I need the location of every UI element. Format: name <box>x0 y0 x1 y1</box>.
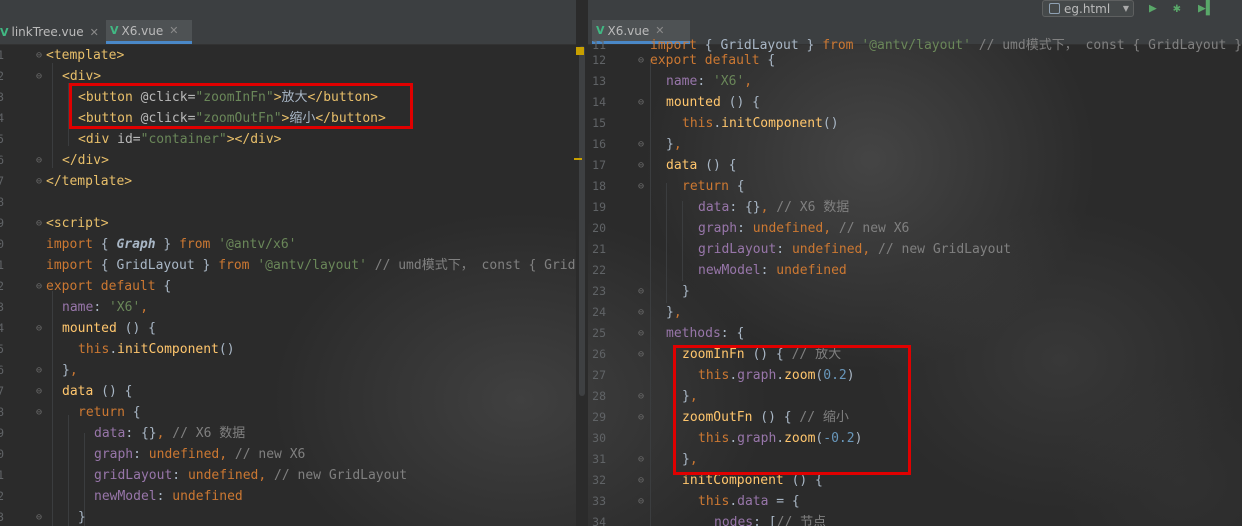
code-line: 16⊖}, <box>592 137 682 152</box>
code-line: 25 ⊖ methods: { <box>592 326 745 341</box>
code-line: 26 ⊖ zoomInFn () { // 放大 <box>592 347 842 362</box>
code-line: 22newModel: undefined <box>592 263 847 278</box>
scrollbar[interactable] <box>579 46 585 396</box>
tab-label: linkTree.vue <box>11 25 84 39</box>
code-line: 5 <div id="container"></div> <box>0 132 282 147</box>
code-line: 3 <button @click="zoomInFn">放大</button> <box>0 90 378 105</box>
code-line: 13name: 'X6', <box>592 74 753 89</box>
tab-label: X6.vue <box>121 23 164 38</box>
code-line: 17⊖data () { <box>592 158 737 173</box>
code-line: 15this.initComponent() <box>0 342 235 357</box>
code-line: 21gridLayout: undefined, // new GridLayo… <box>0 468 408 483</box>
vue-file-icon: V <box>0 25 9 39</box>
warning-marker[interactable] <box>576 47 584 55</box>
code-line: 13name: 'X6', <box>0 300 149 315</box>
code-line: 17⊖data () { <box>0 384 133 399</box>
code-line: 14⊖mounted () { <box>592 95 760 110</box>
code-line: 21gridLayout: undefined, // new GridLayo… <box>592 242 1012 257</box>
code-line: 23⊖} <box>0 510 86 525</box>
code-line: 29 ⊖ zoomOutFn () { // 缩小 <box>592 410 849 425</box>
code-line: 8 <box>0 195 4 209</box>
tab-x6-vue[interactable]: V X6.vue ✕ <box>106 20 192 44</box>
code-line: 20graph: undefined, // new X6 <box>0 447 306 462</box>
vue-file-icon: V <box>110 24 119 37</box>
code-editor-left[interactable]: 1 ⊖ <template> 2 ⊖ <div> 3 <button @click="zo… <box>0 45 576 526</box>
code-line: 22newModel: undefined <box>0 489 243 504</box>
code-line: 12⊖export default { <box>592 53 776 68</box>
code-line: 6 ⊖ </div> <box>0 153 109 168</box>
code-line: 11import { GridLayout } from '@antv/layo… <box>0 258 576 273</box>
code-line: 27 this.graph.zoom(0.2) <box>592 368 855 383</box>
code-line: 2 ⊖ <div> <box>0 69 102 84</box>
code-line: 10import { Graph } from '@antv/x6' <box>0 237 297 252</box>
left-editor-pane: V linkTree.vue ✕ V X6.vue ✕ 1 ⊖ <template>… <box>0 0 576 526</box>
code-line: 34 nodes: [// 节点 <box>592 515 827 526</box>
code-line: 31 ⊖}, <box>592 452 698 467</box>
code-line: 30 this.graph.zoom(-0.2) <box>592 431 863 446</box>
code-line: 23⊖} <box>592 284 690 299</box>
code-line: 16⊖}, <box>0 363 78 378</box>
close-icon[interactable]: ✕ <box>90 26 99 39</box>
code-line: 14⊖mounted () { <box>0 321 156 336</box>
code-line: 24 ⊖}, <box>592 305 682 320</box>
code-line: 7 ⊖ </template> <box>0 174 133 189</box>
right-editor-pane: V X6.vue ✕ 11 import { GridLayout } from … <box>588 0 1242 526</box>
code-line: 28 ⊖}, <box>592 389 698 404</box>
code-editor-right[interactable]: 11 import { GridLayout } from '@antv/layo… <box>588 38 1242 526</box>
code-line: 12⊖export default { <box>0 279 172 294</box>
code-line: 9 ⊖ <script> <box>0 216 109 231</box>
code-line: 32 ⊖ initComponent () { <box>592 473 823 488</box>
warning-marker[interactable] <box>574 158 582 160</box>
code-line: 1 ⊖ <template> <box>0 48 125 63</box>
left-tab-bar: V linkTree.vue ✕ V X6.vue ✕ <box>0 20 576 45</box>
close-icon[interactable]: ✕ <box>169 24 178 37</box>
code-line: 15this.initComponent() <box>592 116 839 131</box>
code-line: 19data: {}, // X6 数据 <box>592 200 850 215</box>
code-line: 4 <button @click="zoomOutFn">缩小</button> <box>0 111 386 126</box>
code-line: 33 ⊖ this.data = { <box>592 494 800 509</box>
tab-linktree-vue[interactable]: V linkTree.vue ✕ <box>0 20 104 44</box>
code-line: 18⊖return { <box>0 405 141 420</box>
code-line: 18⊖return { <box>592 179 745 194</box>
code-line: 19data: {}, // X6 数据 <box>0 426 246 441</box>
code-line: 20graph: undefined, // new X6 <box>592 221 910 236</box>
